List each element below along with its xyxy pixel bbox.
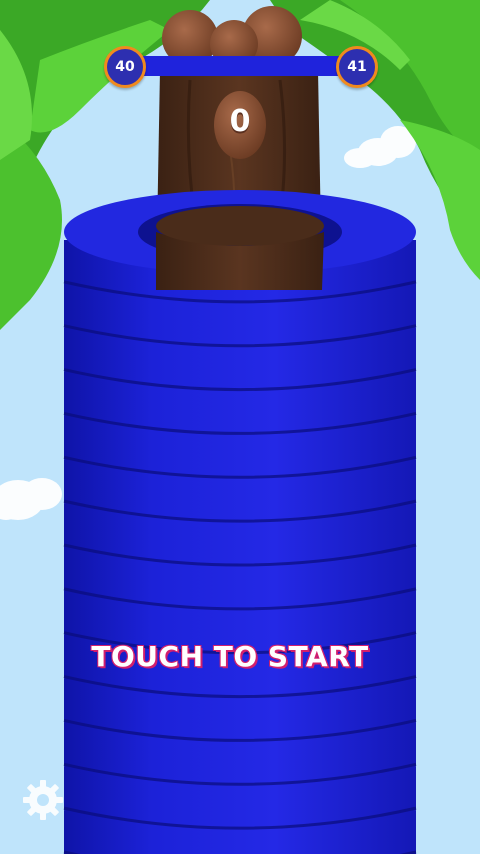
score-counter: 0 (229, 104, 251, 139)
next-level-badge: 41 (336, 46, 378, 88)
settings-button[interactable] (22, 779, 64, 821)
touch-to-start-prompt[interactable]: TOUCH TO START (60, 640, 400, 673)
level-progress-bar (140, 56, 340, 76)
gear-icon (23, 780, 63, 820)
ring-stack (63, 240, 417, 854)
current-level-badge: 40 (104, 46, 146, 88)
